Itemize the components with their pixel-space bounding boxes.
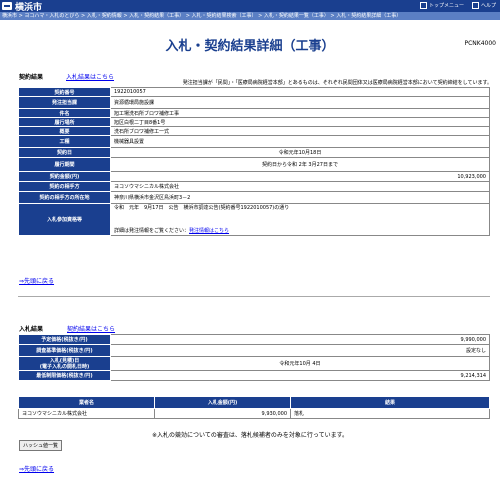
row-value: 9,214,314: [110, 370, 490, 381]
table-row: 最低制限価格(税抜き/円) 9,214,314: [18, 370, 490, 381]
table-row: 発注担当課 資源循環局施設課: [18, 96, 490, 109]
participation-detail: 詳細は発注情報をご覧ください：発注情報はこちら: [114, 227, 486, 234]
vendor-name: ヨコソウマシニカル株式会社: [18, 408, 155, 419]
row-label: 調査基準価格(税抜き/円): [18, 344, 111, 357]
row-label: 予定価格(税抜き/円): [18, 334, 111, 345]
row-value: 令和元年10月18日: [110, 147, 490, 158]
help-icon: [471, 2, 479, 9]
detail-prefix: 詳細は発注情報をご覧ください：: [114, 228, 190, 234]
row-value: 神奈川県横浜市金沢区鳥浜町3－2: [110, 191, 490, 204]
table-row: 契約金額(円) 10,923,000: [18, 171, 490, 182]
row-value: 洗石所ブロワ補修工一式: [110, 126, 490, 136]
row-value: 10,923,000: [110, 171, 490, 182]
table-row: 件名 旭工場洗石所ブロワ補修工事: [18, 108, 490, 118]
top-nav: トップメニュー ヘルプ: [419, 2, 496, 9]
row-label: 履行期間: [18, 157, 111, 172]
table-row: 予定価格(税抜き/円) 9,990,000: [18, 334, 490, 345]
row-label: 契約金額(円): [18, 171, 111, 182]
site-name: 横浜市: [15, 2, 43, 13]
row-value: 9,990,000: [110, 334, 490, 345]
row-label: 概要: [18, 126, 111, 136]
table-row: ヨコソウマシニカル株式会社 9,930,000 落札: [18, 408, 490, 419]
row-label: 件名: [18, 108, 111, 118]
table-row: 入札参加資格等 令和 元年 9月17日 公告 横浜市調達公告(契約番号192201…: [18, 203, 490, 236]
row-value: 資源循環局施設課: [110, 96, 490, 109]
table-row: 契約の相手方 ヨコソウマシニカル株式会社: [18, 181, 490, 192]
table-row: 契約日 令和元年10月18日: [18, 147, 490, 158]
row-label: 入札(見積)日 (電子入札の開札日時): [18, 356, 111, 371]
table-row: 調査基準価格(税抜き/円) 設定なし: [18, 344, 490, 357]
row-label: 契約日: [18, 147, 111, 158]
bid-result: 落札: [290, 408, 490, 419]
bidder-table: 業者名 入札金額(円) 結果 ヨコソウマシニカル株式会社 9,930,000 落…: [18, 396, 490, 419]
col-header-result: 結果: [290, 396, 490, 409]
contract-note: 発注担当課が「民間」・「医療局病院経営本部」とあるものは、それぞれ民間団体又は医…: [182, 80, 492, 86]
row-value: 機械器具設置: [110, 135, 490, 148]
home-icon: [419, 2, 427, 9]
row-label: 最低制限価格(税抜き/円): [18, 370, 111, 381]
col-header-vendor: 業者名: [18, 396, 155, 409]
page-id: PCNK4000: [464, 40, 497, 47]
row-label: 履行場所: [18, 117, 111, 127]
row-value: 旭工場洗石所ブロワ補修工事: [110, 108, 490, 118]
breadcrumb[interactable]: 横浜市 > ヨコハマ・入札のとびら > 入札・契約情報 > 入札・契約結果（工事…: [0, 12, 500, 20]
bid-table: 予定価格(税抜き/円) 9,990,000 調査基準価格(税抜き/円) 設定なし 入札(…: [18, 334, 490, 381]
contract-result-link[interactable]: 契約結果はこちら: [67, 324, 115, 333]
hash-list-button[interactable]: ハッシュ値一覧: [19, 440, 63, 451]
row-label: 契約番号: [18, 87, 111, 97]
table-row: 履行場所 旭区白根二丁目8番1号: [18, 117, 490, 127]
table-row: 履行期間 契約日から令和 2年 3月27日まで: [18, 157, 490, 172]
nav-top-menu[interactable]: トップメニュー: [419, 2, 464, 9]
table-row: 契約の相手方の所在地 神奈川県横浜市金沢区鳥浜町3－2: [18, 191, 490, 204]
back-to-top-link[interactable]: ⇒先頭に戻る: [19, 276, 54, 285]
row-value: 令和元年10月 4日: [110, 356, 490, 371]
col-header-amount: 入札金額(円): [154, 396, 291, 409]
contract-heading: 契約結果: [19, 74, 44, 81]
participation-text: 令和 元年 9月17日 公告 横浜市調達公告(契約番号1922010057)の通…: [114, 205, 290, 211]
yokohama-logo-icon: [2, 2, 12, 10]
row-label: 契約の相手方の所在地: [18, 191, 111, 204]
page-title: 入札・契約結果詳細（工事）: [165, 39, 335, 54]
bid-heading: 入札結果: [19, 326, 44, 333]
table-row: 契約番号 1922010057: [18, 87, 490, 97]
row-value: ヨコソウマシニカル株式会社: [110, 181, 490, 192]
top-bar: 横浜市 トップメニュー ヘルプ: [0, 0, 500, 13]
row-label: 工種: [18, 135, 111, 148]
site-logo[interactable]: 横浜市: [2, 1, 43, 13]
order-info-link[interactable]: 発注情報はこちら: [189, 228, 229, 234]
row-label: 発注担当課: [18, 96, 111, 109]
contract-table: 契約番号 1922010057 発注担当課 資源循環局施設課 件名 旭工場洗石所ブロワ補修…: [18, 87, 490, 236]
table-row: 入札(見積)日 (電子入札の開札日時) 令和元年10月 4日: [18, 356, 490, 371]
row-value: 契約日から令和 2年 3月27日まで: [110, 157, 490, 172]
row-value: 令和 元年 9月17日 公告 横浜市調達公告(契約番号1922010057)の通…: [110, 203, 490, 236]
table-row: 概要 洗石所ブロワ補修工一式: [18, 126, 490, 136]
row-value: 設定なし: [110, 344, 490, 357]
row-value: 旭区白根二丁目8番1号: [110, 117, 490, 127]
row-label: 入札参加資格等: [18, 203, 111, 236]
nav-help[interactable]: ヘルプ: [471, 2, 496, 9]
bid-result-link[interactable]: 入札結果はこちら: [66, 72, 114, 81]
table-row: 工種 機械器具設置: [18, 135, 490, 148]
row-value: 1922010057: [110, 87, 490, 97]
divider: [18, 296, 490, 297]
row-label: 契約の相手方: [18, 181, 111, 192]
bid-amount: 9,930,000: [154, 408, 291, 419]
back-to-top-link-2[interactable]: ⇒先頭に戻る: [19, 464, 54, 473]
bid-footnote: ※入札の競効についての審査は、落札候補者のみを対象に行っています。: [152, 432, 348, 439]
